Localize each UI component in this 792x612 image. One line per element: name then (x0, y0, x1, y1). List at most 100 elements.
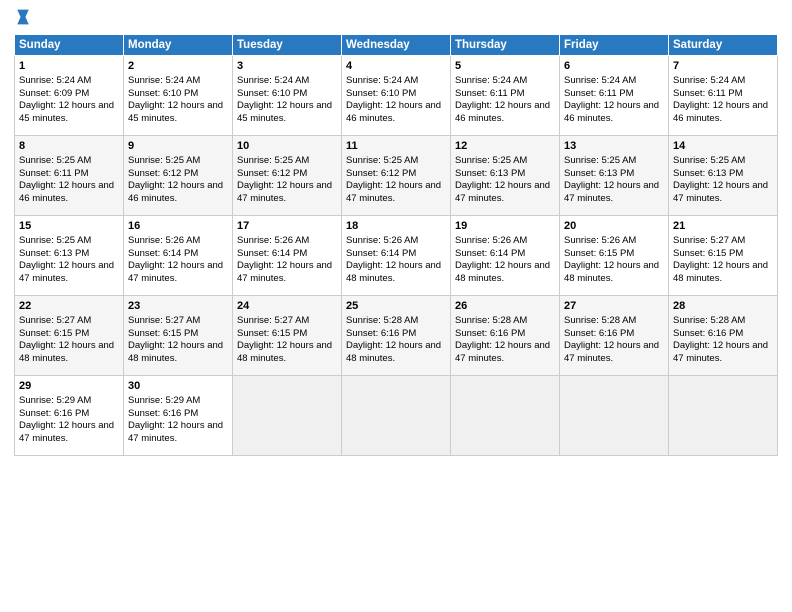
sunset-label: Sunset: 6:16 PM (346, 328, 416, 339)
sunset-label: Sunset: 6:15 PM (673, 248, 743, 259)
calendar-cell: 1Sunrise: 5:24 AMSunset: 6:09 PMDaylight… (15, 56, 124, 136)
sunrise-label: Sunrise: 5:24 AM (237, 75, 309, 86)
sunrise-label: Sunrise: 5:25 AM (564, 155, 636, 166)
day-number: 18 (346, 219, 446, 234)
calendar-cell: 28Sunrise: 5:28 AMSunset: 6:16 PMDayligh… (669, 296, 778, 376)
day-number: 9 (128, 139, 228, 154)
day-number: 29 (19, 379, 119, 394)
day-number: 10 (237, 139, 337, 154)
calendar-body: 1Sunrise: 5:24 AMSunset: 6:09 PMDaylight… (15, 56, 778, 456)
sunset-label: Sunset: 6:12 PM (128, 168, 198, 179)
sunrise-label: Sunrise: 5:25 AM (455, 155, 527, 166)
day-number: 30 (128, 379, 228, 394)
day-number: 14 (673, 139, 773, 154)
daylight-label: Daylight: 12 hours and 46 minutes. (455, 100, 550, 124)
daylight-label: Daylight: 12 hours and 47 minutes. (128, 260, 223, 284)
calendar-week-2: 8 Sunrise: 5:25 AM Sunset: 6:11 PM Daylight… (15, 136, 778, 216)
sunrise-label: Sunrise: 5:28 AM (346, 315, 418, 326)
sunset-label: Sunset: 6:13 PM (564, 168, 634, 179)
calendar-cell (233, 376, 342, 456)
sunrise-label: Sunrise: 5:24 AM (564, 75, 636, 86)
sunrise-label: Sunrise: 5:24 AM (346, 75, 418, 86)
day-number: 3 (237, 59, 337, 74)
sunset-label: Sunset: 6:14 PM (128, 248, 198, 259)
daylight-label: Daylight: 12 hours and 48 minutes. (237, 340, 332, 364)
day-number: 27 (564, 299, 664, 314)
daylight-label: Daylight: 12 hours and 48 minutes. (673, 260, 768, 284)
sunrise-label: Sunrise: 5:27 AM (128, 315, 200, 326)
calendar-cell: 3Sunrise: 5:24 AM Sunset: 6:10 PMDaylight… (233, 56, 342, 136)
calendar-cell: 25Sunrise: 5:28 AMSunset: 6:16 PMDayligh… (342, 296, 451, 376)
calendar-cell: 14Sunrise: 5:25 AMSunset: 6:13 PMDayligh… (669, 136, 778, 216)
sunset-label: Sunset: 6:11 PM (455, 88, 525, 99)
day-number: 23 (128, 299, 228, 314)
sunrise-label: Sunrise: 5:26 AM (128, 235, 200, 246)
calendar-cell: 15Sunrise: 5:25 AMSunset: 6:13 PMDayligh… (15, 216, 124, 296)
daylight-label: Daylight: 12 hours and 45 minutes. (237, 100, 332, 124)
logo (14, 10, 36, 28)
calendar-cell (560, 376, 669, 456)
daylight-label: Daylight: 12 hours and 47 minutes. (455, 340, 550, 364)
day-number: 2 (128, 59, 228, 74)
daylight-label: Daylight: 12 hours and 46 minutes. (346, 100, 441, 124)
daylight-label: Daylight: 12 hours and 48 minutes. (19, 340, 114, 364)
calendar-cell: 19Sunrise: 5:26 AMSunset: 6:14 PMDayligh… (451, 216, 560, 296)
calendar-cell: 5Sunrise: 5:24 AM Sunset: 6:11 PMDaylight… (451, 56, 560, 136)
day-number: 15 (19, 219, 119, 234)
daylight-label: Daylight: 12 hours and 48 minutes. (346, 340, 441, 364)
sunrise-label: Sunrise: 5:24 AM (455, 75, 527, 86)
daylight-label: Daylight: 12 hours and 47 minutes. (564, 180, 659, 204)
day-number: 8 (19, 139, 119, 154)
daylight-label: Daylight: 12 hours and 46 minutes. (564, 100, 659, 124)
daylight-label: Daylight: 12 hours and 48 minutes. (564, 260, 659, 284)
header (14, 10, 778, 28)
calendar-cell: 21Sunrise: 5:27 AMSunset: 6:15 PMDayligh… (669, 216, 778, 296)
sunrise-label: Sunrise: 5:27 AM (237, 315, 309, 326)
sunset-label: Sunset: 6:14 PM (237, 248, 307, 259)
sunset-label: Sunset: 6:11 PM (673, 88, 743, 99)
sunset-label: Sunset: 6:13 PM (455, 168, 525, 179)
day-number: 13 (564, 139, 664, 154)
sunset-label: Sunset: 6:10 PM (237, 88, 307, 99)
sunrise-label: Sunrise: 5:26 AM (346, 235, 418, 246)
daylight-label: Daylight: 12 hours and 47 minutes. (346, 180, 441, 204)
daylight-label: Daylight: 12 hours and 46 minutes. (128, 180, 223, 204)
calendar-cell: 11Sunrise: 5:25 AMSunset: 6:12 PMDayligh… (342, 136, 451, 216)
daylight-label: Daylight: 12 hours and 47 minutes. (237, 180, 332, 204)
calendar-cell: 2Sunrise: 5:24 AMSunset: 6:10 PMDaylight… (124, 56, 233, 136)
calendar-cell: 26Sunrise: 5:28 AMSunset: 6:16 PMDayligh… (451, 296, 560, 376)
sunset-label: Sunset: 6:14 PM (346, 248, 416, 259)
sunrise-label: Sunrise: 5:24 AM (128, 75, 200, 86)
calendar-cell (451, 376, 560, 456)
daylight-label: Daylight: 12 hours and 47 minutes. (128, 420, 223, 444)
sunset-label: Sunset: 6:15 PM (128, 328, 198, 339)
day-number: 5 (455, 59, 555, 74)
sunset-label: Sunset: 6:12 PM (346, 168, 416, 179)
calendar-cell: 29Sunrise: 5:29 AMSunset: 6:16 PMDayligh… (15, 376, 124, 456)
sunset-label: Sunset: 6:11 PM (19, 168, 89, 179)
sunrise-label: Sunrise: 5:24 AM (673, 75, 745, 86)
weekday-header-thursday: Thursday (451, 35, 560, 56)
daylight-label: Daylight: 12 hours and 47 minutes. (673, 180, 768, 204)
calendar-cell: 17Sunrise: 5:26 AMSunset: 6:14 PMDayligh… (233, 216, 342, 296)
weekday-header-sunday: Sunday (15, 35, 124, 56)
day-number: 6 (564, 59, 664, 74)
daylight-label: Daylight: 12 hours and 47 minutes. (237, 260, 332, 284)
calendar-cell: 6Sunrise: 5:24 AMSunset: 6:11 PMDaylight… (560, 56, 669, 136)
day-number: 11 (346, 139, 446, 154)
sunrise-label: Sunrise: 5:27 AM (19, 315, 91, 326)
calendar-cell: 12Sunrise: 5:25 AMSunset: 6:13 PMDayligh… (451, 136, 560, 216)
day-number: 20 (564, 219, 664, 234)
calendar-header: SundayMondayTuesdayWednesdayThursdayFrid… (15, 35, 778, 56)
weekday-header-tuesday: Tuesday (233, 35, 342, 56)
sunrise-label: Sunrise: 5:29 AM (128, 395, 200, 406)
sunset-label: Sunset: 6:16 PM (19, 408, 89, 419)
calendar-cell (669, 376, 778, 456)
sunset-label: Sunset: 6:15 PM (564, 248, 634, 259)
weekday-header-row: SundayMondayTuesdayWednesdayThursdayFrid… (15, 35, 778, 56)
sunset-label: Sunset: 6:16 PM (673, 328, 743, 339)
sunset-label: Sunset: 6:10 PM (346, 88, 416, 99)
daylight-label: Daylight: 12 hours and 47 minutes. (455, 180, 550, 204)
calendar-cell: 18Sunrise: 5:26 AMSunset: 6:14 PMDayligh… (342, 216, 451, 296)
weekday-header-wednesday: Wednesday (342, 35, 451, 56)
